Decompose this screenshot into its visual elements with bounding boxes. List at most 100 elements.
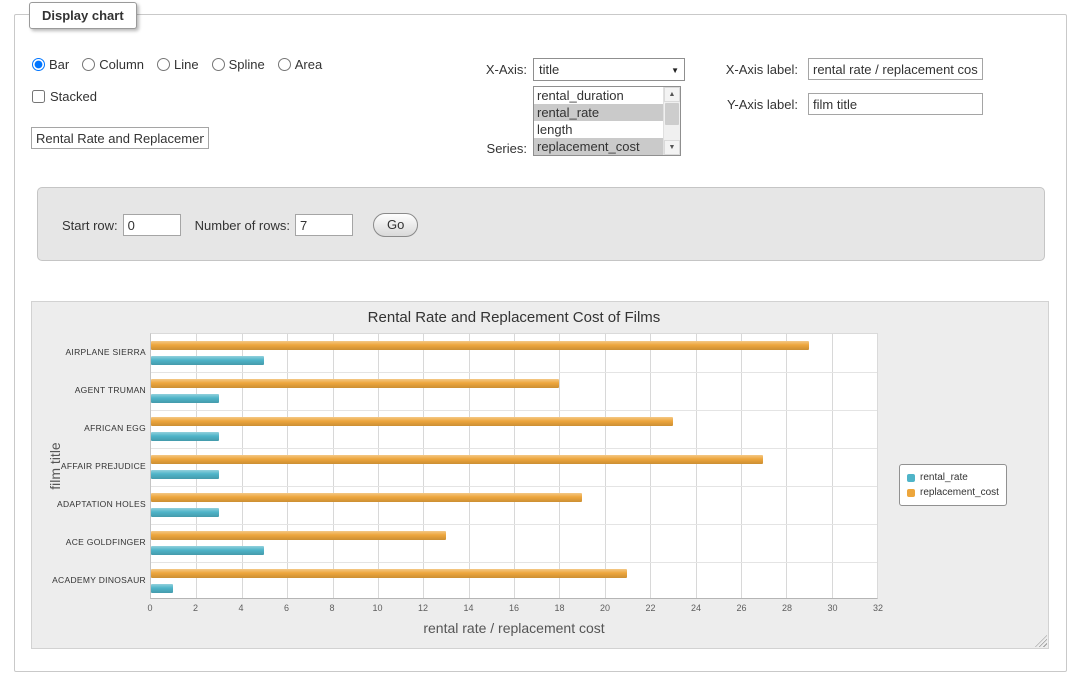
band-separator bbox=[151, 448, 877, 449]
category-labels: AIRPLANE SIERRAAGENT TRUMANAFRICAN EGGAF… bbox=[32, 333, 146, 599]
y-axis-label-input[interactable] bbox=[808, 93, 983, 115]
x-tick-label: 6 bbox=[284, 603, 289, 613]
chart-panel: Rental Rate and Replacement Cost of Film… bbox=[31, 301, 1049, 649]
series-multiselect[interactable]: rental_durationrental_ratelengthreplacem… bbox=[533, 86, 681, 156]
category-label: AGENT TRUMAN bbox=[75, 385, 146, 395]
x-tick-label: 2 bbox=[193, 603, 198, 613]
bar-rental_rate bbox=[151, 508, 219, 517]
display-chart-fieldset: Display chart BarColumnLineSplineArea St… bbox=[14, 14, 1067, 672]
bar-replacement_cost bbox=[151, 493, 582, 502]
chart-type-radio-area[interactable] bbox=[278, 58, 291, 71]
x-axis-select[interactable]: title bbox=[534, 59, 684, 80]
series-select-label: Series: bbox=[455, 141, 527, 156]
category-label: ACADEMY DINOSAUR bbox=[52, 575, 146, 585]
rows-panel-inner: Start row: Number of rows: Go bbox=[62, 213, 418, 237]
chart-legend: rental_rate replacement_cost bbox=[899, 464, 1007, 506]
x-tick-label: 20 bbox=[600, 603, 610, 613]
gridline bbox=[242, 334, 243, 598]
series-option-length[interactable]: length bbox=[534, 121, 663, 138]
gridline bbox=[832, 334, 833, 598]
x-tick-label: 16 bbox=[509, 603, 519, 613]
x-tick-label: 30 bbox=[827, 603, 837, 613]
x-tick-label: 22 bbox=[645, 603, 655, 613]
go-button[interactable]: Go bbox=[373, 213, 418, 237]
bar-rental_rate bbox=[151, 470, 219, 479]
gridline bbox=[605, 334, 606, 598]
chart-type-label: Bar bbox=[49, 57, 69, 72]
x-tick-label: 8 bbox=[329, 603, 334, 613]
bar-rental_rate bbox=[151, 356, 264, 365]
legend-label: rental_rate bbox=[920, 472, 968, 483]
stacked-label: Stacked bbox=[50, 89, 97, 104]
chart-type-radio-spline[interactable] bbox=[212, 58, 225, 71]
number-of-rows-label: Number of rows: bbox=[195, 218, 290, 233]
series-option-rental_duration[interactable]: rental_duration bbox=[534, 87, 663, 104]
chart-type-option-line[interactable]: Line bbox=[157, 57, 199, 72]
x-tick-label: 10 bbox=[372, 603, 382, 613]
gridline bbox=[559, 334, 560, 598]
scroll-down-icon[interactable]: ▼ bbox=[664, 140, 680, 155]
series-options: rental_durationrental_ratelengthreplacem… bbox=[534, 87, 663, 155]
y-axis-label-label: Y-Axis label: bbox=[678, 97, 798, 112]
chart-type-radio-line[interactable] bbox=[157, 58, 170, 71]
gridline bbox=[469, 334, 470, 598]
chart-type-radio-bar[interactable] bbox=[32, 58, 45, 71]
bar-replacement_cost bbox=[151, 569, 627, 578]
gridline bbox=[514, 334, 515, 598]
x-axis-label-label: X-Axis label: bbox=[678, 62, 798, 77]
number-of-rows-input[interactable] bbox=[295, 214, 353, 236]
chart-type-option-bar[interactable]: Bar bbox=[32, 57, 69, 72]
gridline bbox=[741, 334, 742, 598]
legend-label: replacement_cost bbox=[920, 487, 999, 498]
bar-rental_rate bbox=[151, 432, 219, 441]
band-separator bbox=[151, 486, 877, 487]
bar-replacement_cost bbox=[151, 341, 809, 350]
x-tick-label: 12 bbox=[418, 603, 428, 613]
chart-title-input[interactable] bbox=[31, 127, 209, 149]
chart-type-option-column[interactable]: Column bbox=[82, 57, 144, 72]
chart-type-radio-column[interactable] bbox=[82, 58, 95, 71]
series-option-rental_rate[interactable]: rental_rate bbox=[534, 104, 663, 121]
gridline bbox=[696, 334, 697, 598]
band-separator bbox=[151, 562, 877, 563]
start-row-input[interactable] bbox=[123, 214, 181, 236]
x-axis-title: rental rate / replacement cost bbox=[150, 620, 878, 636]
x-tick-labels: 02468101214161820222426283032 bbox=[150, 603, 878, 615]
legend-item-replacement_cost[interactable]: replacement_cost bbox=[907, 485, 999, 500]
rows-panel: Start row: Number of rows: Go bbox=[37, 187, 1045, 261]
chart-type-label: Area bbox=[295, 57, 322, 72]
chart-type-option-spline[interactable]: Spline bbox=[212, 57, 265, 72]
x-axis-select-label: X-Axis: bbox=[455, 62, 527, 77]
x-tick-label: 32 bbox=[873, 603, 883, 613]
bar-replacement_cost bbox=[151, 417, 673, 426]
gridline bbox=[786, 334, 787, 598]
resize-handle-icon[interactable] bbox=[1035, 635, 1047, 647]
chart-type-label: Spline bbox=[229, 57, 265, 72]
legend-swatch-icon bbox=[907, 474, 915, 482]
category-label: ACE GOLDFINGER bbox=[66, 537, 146, 547]
bar-replacement_cost bbox=[151, 379, 559, 388]
stacked-option[interactable]: Stacked bbox=[32, 89, 97, 104]
band-separator bbox=[151, 372, 877, 373]
legend-item-rental_rate[interactable]: rental_rate bbox=[907, 470, 999, 485]
x-axis-select-wrap: title ▼ bbox=[533, 58, 685, 81]
plot-area bbox=[150, 333, 878, 599]
chart-type-option-area[interactable]: Area bbox=[278, 57, 322, 72]
x-tick-label: 14 bbox=[463, 603, 473, 613]
band-separator bbox=[151, 410, 877, 411]
x-axis-label-input[interactable] bbox=[808, 58, 983, 80]
category-label: ADAPTATION HOLES bbox=[57, 499, 146, 509]
stacked-checkbox[interactable] bbox=[32, 90, 45, 103]
start-row-label: Start row: bbox=[62, 218, 118, 233]
x-tick-label: 4 bbox=[238, 603, 243, 613]
band-separator bbox=[151, 524, 877, 525]
legend-swatch-icon bbox=[907, 489, 915, 497]
series-option-replacement_cost[interactable]: replacement_cost bbox=[534, 138, 663, 155]
x-tick-label: 18 bbox=[554, 603, 564, 613]
x-tick-label: 28 bbox=[782, 603, 792, 613]
x-tick-label: 24 bbox=[691, 603, 701, 613]
scrollbar-thumb[interactable] bbox=[665, 103, 679, 125]
gridline bbox=[196, 334, 197, 598]
fieldset-legend: Display chart bbox=[29, 2, 137, 29]
gridline bbox=[650, 334, 651, 598]
